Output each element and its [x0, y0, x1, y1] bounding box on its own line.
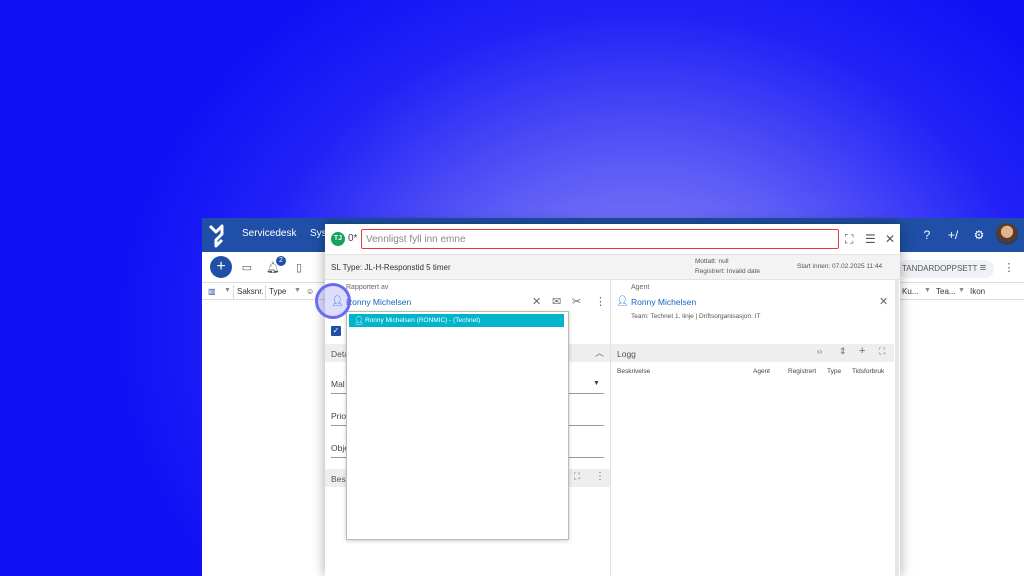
start-by-time: Start innen: 07.02.2025 11:44	[797, 263, 883, 270]
fullscreen-icon[interactable]: ⛶	[879, 346, 885, 357]
agent-label: Agent	[631, 284, 650, 291]
column-team[interactable]: Tea...	[936, 287, 956, 296]
mail-icon[interactable]: ✉	[552, 295, 561, 308]
clear-icon[interactable]: ✕	[532, 295, 541, 308]
log-column-agent[interactable]: Agent	[753, 368, 770, 375]
column-divider	[265, 285, 266, 299]
tools-icon[interactable]: ✂	[572, 295, 581, 308]
user-initials-avatar: TJ	[331, 232, 345, 246]
sort-icon[interactable]: ≡	[976, 261, 990, 275]
column-icon[interactable]: Ikon	[970, 287, 985, 296]
template-field-label: Mal	[331, 379, 345, 389]
registered-status: Registrert: Invalid date	[695, 268, 761, 275]
app-logo[interactable]	[208, 222, 230, 248]
priority-field-label: Prio	[331, 411, 347, 421]
dropdown-option-label: Ronny Michelsen (RONMIC) - (Technet)	[365, 317, 481, 324]
received-status: Mottatt: null	[695, 258, 729, 265]
fullscreen-icon[interactable]: ⛶	[845, 232, 853, 247]
click-indicator	[315, 283, 351, 319]
agent-name[interactable]: Ronny Michelsen	[631, 297, 696, 307]
filter-icon[interactable]: ▼	[224, 287, 231, 294]
dialog-header: TJ 0* ⛶ ☰ ✕	[325, 224, 900, 254]
document-icon[interactable]: ▯	[292, 261, 306, 275]
more-vert-icon[interactable]: ⋮	[595, 295, 606, 308]
person-icon: 👤︎	[354, 316, 365, 325]
log-column-type[interactable]: Type	[827, 368, 841, 375]
gear-icon[interactable]: ⚙	[970, 226, 988, 244]
fullscreen-icon[interactable]: ⛶	[574, 471, 580, 482]
filter-icon[interactable]: ▼	[958, 287, 965, 294]
column-divider	[610, 280, 611, 576]
smiley-icon[interactable]: ☺	[306, 287, 314, 296]
column-type[interactable]: Type	[269, 287, 286, 296]
log-column-description[interactable]: Beskrivelse	[617, 368, 650, 375]
filter-icon[interactable]: ▼	[924, 287, 931, 294]
close-icon[interactable]: ✕	[885, 232, 895, 246]
shortcut-icon[interactable]: +/	[944, 226, 962, 244]
log-column-time-spent[interactable]: Tidsforbruk	[852, 368, 884, 375]
inbox-icon[interactable]: ▭	[240, 261, 254, 275]
column-divider	[233, 285, 234, 299]
add-icon[interactable]: +	[859, 345, 865, 357]
person-icon: 👤︎	[616, 296, 629, 307]
dropdown-arrow-icon[interactable]: ▼	[593, 380, 600, 387]
checkbox[interactable]: ✓	[331, 326, 341, 336]
column-customer[interactable]: Ku...	[902, 287, 918, 296]
log-column-registered[interactable]: Registrert	[788, 368, 816, 375]
reporter-dropdown: 👤︎ Ronny Michelsen (RONMIC) - (Technet)	[346, 311, 569, 540]
clear-agent-icon[interactable]: ✕	[879, 295, 888, 308]
help-icon[interactable]: ?	[918, 226, 936, 244]
agent-team: Team: Technet 1. linje | Driftsorganisas…	[631, 313, 761, 320]
reported-by-input[interactable]: Ronny Michelsen	[346, 297, 411, 307]
dropdown-option[interactable]: 👤︎ Ronny Michelsen (RONMIC) - (Technet)	[349, 314, 564, 327]
nav-servicedesk[interactable]: Servicedesk	[242, 228, 296, 239]
column-case-number[interactable]: Saksnr.	[237, 287, 264, 296]
case-number: 0*	[348, 233, 358, 244]
sl-type: SL Type: JL-H-Responstid 5 timer	[331, 263, 451, 272]
log-section-label: Logg	[617, 349, 636, 359]
log-section-header[interactable]: Logg ‹› ⇕ + ⛶	[611, 344, 894, 362]
scrollbar[interactable]	[895, 280, 899, 576]
menu-icon[interactable]: ☰	[865, 232, 876, 246]
sla-bar: SL Type: JL-H-Responstid 5 timer Mottatt…	[325, 254, 900, 280]
reported-by-label: Rapportert av	[346, 284, 389, 291]
more-vert-icon[interactable]: ⋮	[1002, 261, 1016, 275]
notification-badge: 2	[276, 256, 286, 266]
collapse-icon[interactable]: ⇕	[839, 346, 847, 357]
user-avatar[interactable]	[996, 223, 1018, 245]
subject-input[interactable]	[361, 229, 839, 249]
chevron-up-icon[interactable]: ︿	[595, 346, 604, 359]
add-case-button[interactable]: +	[210, 256, 232, 278]
columns-icon[interactable]: ▥	[208, 287, 216, 296]
more-vert-icon[interactable]: ⋮	[595, 471, 605, 482]
code-icon[interactable]: ‹›	[817, 347, 822, 356]
filter-icon[interactable]: ▼	[294, 287, 301, 294]
